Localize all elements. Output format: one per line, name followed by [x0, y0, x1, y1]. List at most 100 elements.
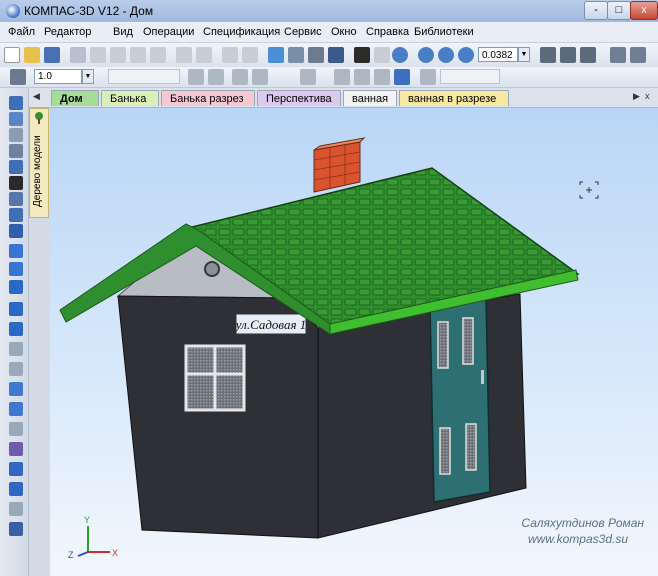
menu-libraries[interactable]: Библиотеки	[414, 26, 474, 38]
cut-icon[interactable]	[110, 47, 126, 63]
menu-view[interactable]: Вид	[113, 26, 133, 38]
dropdown-arrow-icon[interactable]	[374, 47, 390, 63]
orientation-icon[interactable]	[580, 47, 596, 63]
pan-icon[interactable]	[540, 47, 556, 63]
coordinate-field[interactable]	[440, 69, 500, 84]
menu-service[interactable]: Сервис	[284, 26, 322, 38]
open-folder-icon[interactable]	[24, 47, 40, 63]
zoom-icon[interactable]	[392, 47, 408, 63]
zoom-dropdown-button[interactable]: ▼	[518, 47, 530, 62]
compact-tool-icon[interactable]	[9, 96, 23, 110]
compact-tool-icon[interactable]	[9, 224, 23, 238]
paste-icon[interactable]	[150, 47, 166, 63]
door-window	[465, 423, 477, 471]
compact-tool-icon[interactable]	[9, 462, 23, 476]
display-mode-icon[interactable]	[610, 47, 626, 63]
zoom-scale-icon[interactable]	[458, 47, 474, 63]
compact-tool-icon[interactable]	[9, 522, 23, 536]
author-watermark: Саляхутдинов Роман	[521, 516, 644, 530]
compact-tool-icon[interactable]	[9, 208, 23, 222]
compact-tool-icon[interactable]	[9, 502, 23, 516]
highlight-icon[interactable]	[394, 69, 410, 85]
compact-tool-icon[interactable]	[9, 482, 23, 496]
tab-dom[interactable]: Дом	[51, 90, 99, 106]
compact-tool-icon[interactable]	[9, 422, 23, 436]
erase-icon[interactable]	[252, 69, 268, 85]
print-icon[interactable]	[70, 47, 86, 63]
variables-icon[interactable]	[308, 47, 324, 63]
compact-tool-icon[interactable]	[9, 144, 23, 158]
compact-tool-icon[interactable]	[9, 262, 23, 276]
local-cs-icon[interactable]	[420, 69, 436, 85]
style-field[interactable]	[108, 69, 180, 84]
step-cursor-icon[interactable]	[10, 69, 26, 85]
tab-banka-section[interactable]: Банька разрез	[161, 90, 255, 106]
manager-icon[interactable]	[268, 47, 284, 63]
coordinates-icon[interactable]	[374, 69, 390, 85]
zoom-window-icon[interactable]	[418, 47, 434, 63]
library-icon[interactable]	[288, 47, 304, 63]
tabs-close-icon[interactable]: x	[645, 91, 650, 101]
compact-tool-icon[interactable]	[9, 244, 23, 258]
menu-editor[interactable]: Редактор	[44, 26, 91, 38]
preview-icon[interactable]	[90, 47, 106, 63]
compact-tool-icon[interactable]	[9, 128, 23, 142]
compact-tool-icon[interactable]	[9, 402, 23, 416]
door-window	[439, 427, 451, 475]
sketch-icon[interactable]	[334, 69, 350, 85]
tab-banka[interactable]: Банька	[101, 90, 159, 106]
compact-tool-icon[interactable]	[9, 362, 23, 376]
compact-tool-icon[interactable]	[9, 302, 23, 316]
app-logo-icon	[6, 4, 20, 18]
compact-tool-icon[interactable]	[9, 112, 23, 126]
compact-tool-icon[interactable]	[9, 192, 23, 206]
menu-specification[interactable]: Спецификация	[203, 26, 280, 38]
save-icon[interactable]	[44, 47, 60, 63]
tab-bathroom[interactable]: ванная	[343, 90, 397, 106]
compact-tool-icon[interactable]	[9, 442, 23, 456]
compact-tool-icon[interactable]	[9, 342, 23, 356]
door-window	[462, 317, 474, 365]
compact-tool-icon[interactable]	[9, 382, 23, 396]
tabs-scroll-left-icon[interactable]: ◀	[33, 91, 40, 102]
grid-icon[interactable]	[208, 69, 224, 85]
redo-icon[interactable]	[242, 47, 258, 63]
compact-tool-icon[interactable]	[9, 322, 23, 336]
model-viewport[interactable]: ул.Садовая 1 Y X Z Саляхутдинов Роман ww…	[50, 108, 658, 576]
model-tree-panel[interactable]: Дерево модели	[29, 108, 49, 218]
new-document-icon[interactable]	[4, 47, 20, 63]
gable-vent	[204, 261, 220, 277]
minimize-button[interactable]: -	[584, 1, 608, 20]
perspective-icon[interactable]	[630, 47, 646, 63]
current-state-toolbar	[0, 67, 658, 88]
rotate-icon[interactable]	[560, 47, 576, 63]
edit-icon[interactable]	[232, 69, 248, 85]
tab-perspective[interactable]: Перспектива	[257, 90, 341, 106]
zoom-in-icon[interactable]	[438, 47, 454, 63]
cursor-icon[interactable]	[354, 69, 370, 85]
step-dropdown-button[interactable]: ▼	[82, 69, 94, 84]
copy-icon[interactable]	[130, 47, 146, 63]
help-cursor-icon[interactable]	[354, 47, 370, 63]
compact-tool-icon[interactable]	[9, 176, 23, 190]
undo-icon[interactable]	[222, 47, 238, 63]
menu-operations[interactable]: Операции	[143, 26, 194, 38]
maximize-button[interactable]: □	[607, 1, 631, 20]
function-icon[interactable]	[328, 47, 344, 63]
dimension-icon[interactable]	[300, 69, 316, 85]
tab-bathroom-section[interactable]: ванная в разрезе	[399, 90, 509, 106]
menu-help[interactable]: Справка	[366, 26, 409, 38]
snap-icon[interactable]	[188, 69, 204, 85]
menu-file[interactable]: Файл	[8, 26, 35, 38]
format-icon[interactable]	[196, 47, 212, 63]
menu-window[interactable]: Окно	[331, 26, 357, 38]
zoom-input[interactable]: 0.0382	[478, 47, 518, 62]
compact-tool-icon[interactable]	[9, 160, 23, 174]
compact-tool-icon[interactable]	[9, 280, 23, 294]
title-bar: КОМПАС-3D V12 - Дом - □ x	[0, 0, 658, 22]
tabs-scroll-right-icon[interactable]: ▶	[633, 91, 640, 102]
close-button[interactable]: x	[630, 1, 658, 20]
step-input[interactable]: 1.0	[34, 69, 82, 84]
standard-toolbar	[0, 43, 658, 68]
properties-icon[interactable]	[176, 47, 192, 63]
